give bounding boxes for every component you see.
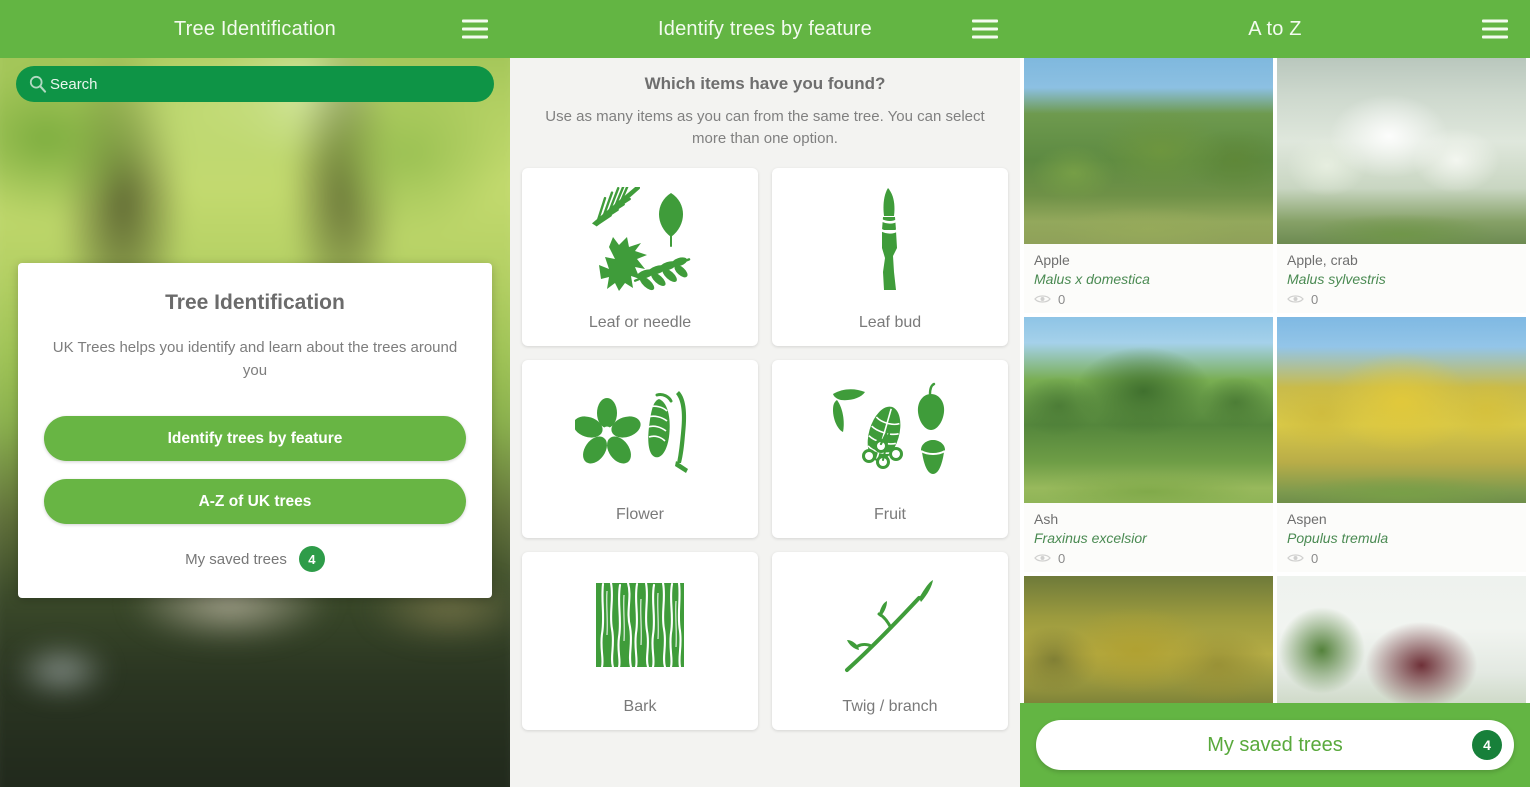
fruit-icon	[772, 360, 1008, 506]
flower-icon	[522, 360, 758, 506]
tree-photo-ash	[1024, 316, 1273, 503]
my-saved-trees-label: My saved trees	[185, 550, 287, 568]
tree-common-name: Apple, crab	[1287, 252, 1358, 268]
question-heading: Which items have you found?	[644, 74, 886, 93]
panel2-content: Which items have you found? Use as many …	[510, 58, 1020, 787]
card-title: Tree Identification	[165, 291, 345, 314]
my-saved-trees-row[interactable]: My saved trees 4	[44, 546, 466, 572]
tree-meta: Apple Malus x domestica 0	[1024, 244, 1273, 313]
leaf-bud-icon	[772, 168, 1008, 314]
panel3-appbar: A to Z	[1020, 0, 1530, 58]
tree-common-name: Ash	[1034, 510, 1059, 527]
tree-photo-aspen	[1277, 316, 1526, 503]
panel2-title: Identify trees by feature	[657, 17, 872, 40]
tree-list-item[interactable]: Ash Fraxinus excelsior 0	[1024, 316, 1273, 572]
eye-icon	[1034, 295, 1051, 303]
saved-count-badge: 4	[298, 546, 325, 572]
tree-common-name: Apple	[1034, 252, 1070, 268]
tree-count-value: 0	[1311, 550, 1319, 566]
feature-grid: Leaf or needle Leaf bud Flower Fruit Bar…	[522, 167, 1008, 730]
three-panel-screenshot: Tree Identification Search Tree Identifi…	[0, 0, 1530, 787]
tree-grid: Apple Malus x domestica 0 Apple, crab Ma…	[1020, 58, 1530, 762]
tree-count-value: 0	[1311, 291, 1319, 307]
home-card: Tree Identification UK Trees helps you i…	[18, 263, 492, 598]
feature-label: Leaf or needle	[588, 313, 692, 331]
tree-photo-apple	[1024, 58, 1273, 244]
eye-icon	[1287, 554, 1304, 562]
panel2-appbar: Identify trees by feature	[510, 0, 1020, 58]
tree-sighting-count: 0	[1287, 551, 1516, 566]
feature-label: Fruit	[874, 505, 906, 523]
tree-photo-crab-apple	[1277, 58, 1526, 244]
eye-icon	[1034, 554, 1051, 562]
tree-latin-name: Fraxinus excelsior	[1034, 529, 1147, 546]
tree-meta: Ash Fraxinus excelsior 0	[1024, 502, 1273, 572]
panel1-appbar: Tree Identification	[0, 0, 510, 58]
tree-latin-name: Populus tremula	[1287, 529, 1389, 546]
tree-latin-name: Malus sylvestris	[1287, 270, 1386, 287]
bark-icon	[522, 552, 758, 698]
saved-trees-bottom-bar: My saved trees 4	[1020, 703, 1530, 787]
panel-identify-by-feature: Identify trees by feature Which items ha…	[510, 0, 1020, 787]
feature-card-bark[interactable]: Bark	[522, 551, 758, 730]
my-saved-trees-button[interactable]: My saved trees 4	[1036, 720, 1514, 770]
a-z-of-uk-trees-button[interactable]: A-Z of UK trees	[44, 479, 466, 524]
feature-card-fruit[interactable]: Fruit	[772, 359, 1008, 538]
panel-a-to-z: A to Z Apple Malus x domestica 0 Apple, …	[1020, 0, 1530, 787]
feature-card-flower[interactable]: Flower	[522, 359, 758, 538]
tree-sighting-count: 0	[1034, 551, 1263, 566]
panel3-content: Apple Malus x domestica 0 Apple, crab Ma…	[1020, 58, 1530, 787]
identify-by-feature-button[interactable]: Identify trees by feature	[44, 416, 466, 461]
tree-list-item[interactable]: Aspen Populus tremula 0	[1277, 316, 1526, 572]
feature-card-twig-branch[interactable]: Twig / branch	[772, 551, 1008, 730]
tree-sighting-count: 0	[1287, 292, 1516, 307]
search-bar[interactable]: Search	[16, 66, 494, 102]
tree-count-value: 0	[1058, 291, 1066, 307]
feature-label: Twig / branch	[842, 697, 938, 715]
leaf-or-needle-icon	[522, 168, 758, 314]
feature-card-leaf-or-needle[interactable]: Leaf or needle	[522, 167, 758, 346]
hamburger-icon[interactable]	[972, 19, 998, 39]
twig-branch-icon	[772, 552, 1008, 698]
hamburger-icon[interactable]	[1482, 19, 1508, 39]
feature-label: Bark	[623, 697, 657, 715]
panel-home: Tree Identification Search Tree Identifi…	[0, 0, 510, 787]
my-saved-trees-label: My saved trees	[1207, 733, 1343, 756]
tree-sighting-count: 0	[1034, 292, 1263, 307]
hamburger-icon[interactable]	[462, 19, 488, 39]
panel3-title: A to Z	[1248, 17, 1302, 40]
search-input-placeholder[interactable]: Search	[50, 76, 98, 93]
card-description: UK Trees helps you identify and learn ab…	[52, 339, 458, 379]
panel1-title: Tree Identification	[173, 17, 337, 40]
tree-meta: Aspen Populus tremula 0	[1277, 502, 1526, 572]
question-subtitle: Use as many items as you can from the sa…	[545, 108, 985, 147]
feature-label: Leaf bud	[858, 313, 922, 331]
tree-list-item[interactable]: Apple Malus x domestica 0	[1024, 58, 1273, 313]
feature-card-leaf-bud[interactable]: Leaf bud	[772, 167, 1008, 346]
tree-count-value: 0	[1058, 550, 1066, 566]
tree-meta: Apple, crab Malus sylvestris 0	[1277, 244, 1526, 313]
eye-icon	[1287, 295, 1304, 303]
tree-common-name: Aspen	[1287, 510, 1327, 527]
saved-count-badge: 4	[1472, 730, 1502, 760]
search-icon	[28, 74, 48, 94]
panel1-content: Search Tree Identification UK Trees help…	[0, 28, 510, 787]
tree-latin-name: Malus x domestica	[1034, 270, 1150, 287]
tree-list-item[interactable]: Apple, crab Malus sylvestris 0	[1277, 58, 1526, 313]
feature-label: Flower	[615, 505, 664, 523]
